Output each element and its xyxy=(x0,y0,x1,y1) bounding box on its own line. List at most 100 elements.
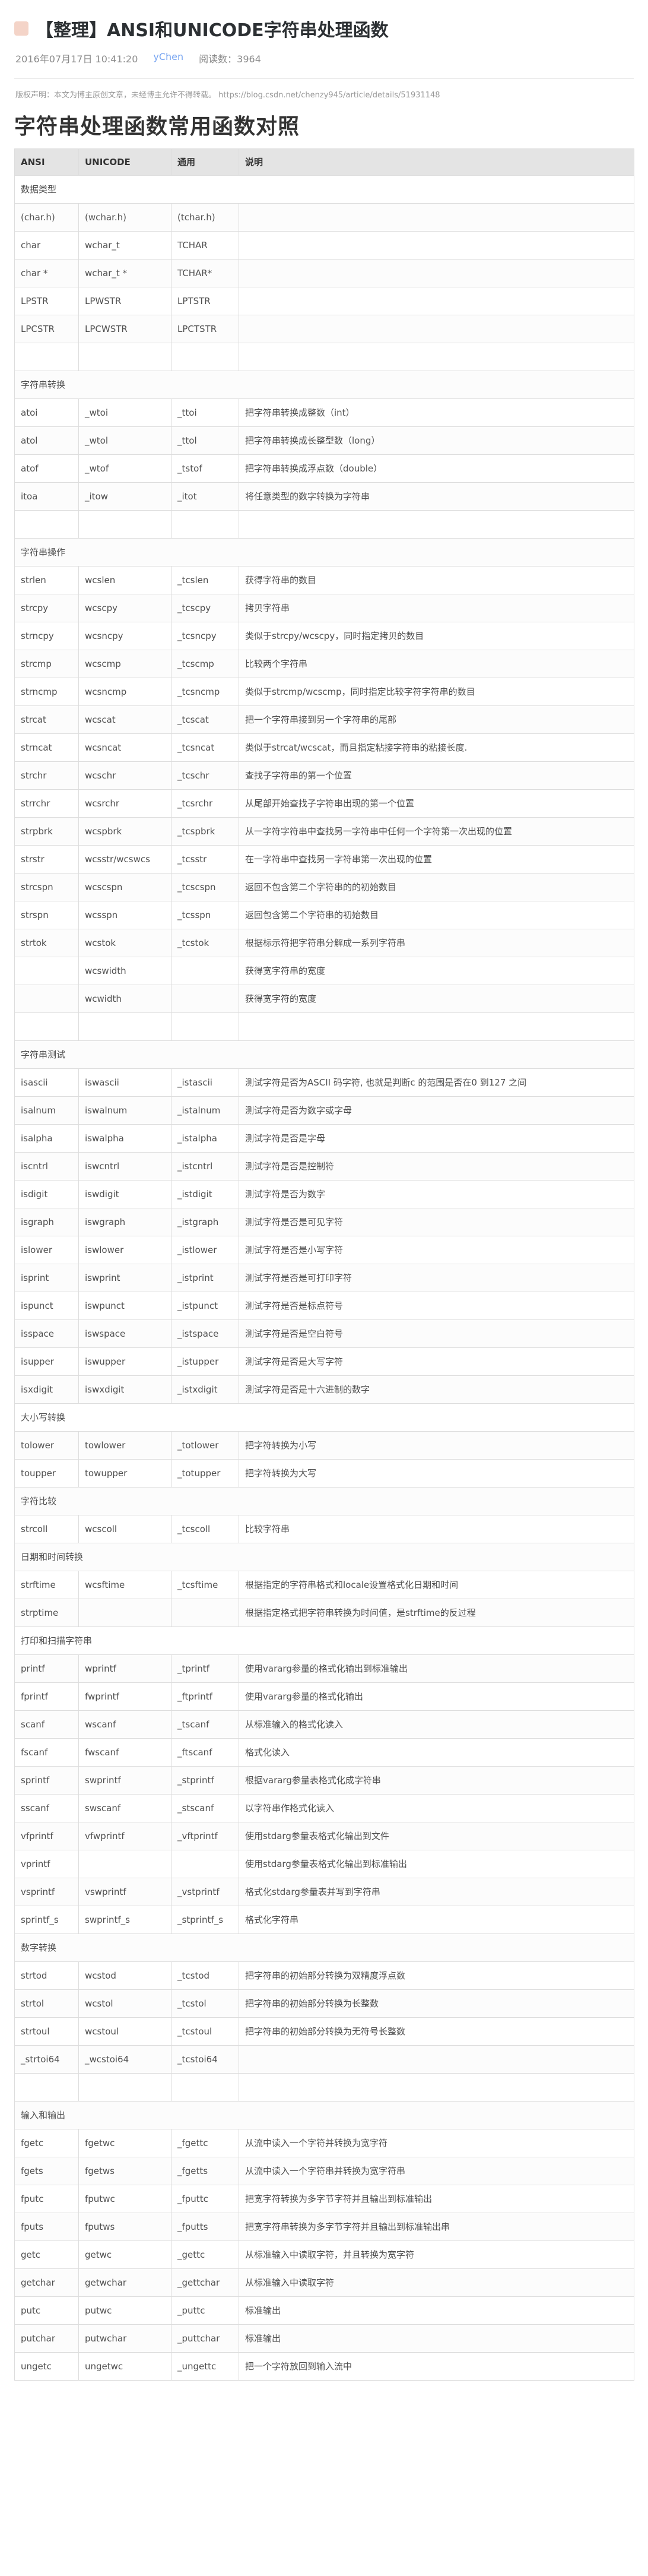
author-link[interactable]: yChen xyxy=(153,51,183,65)
table-row: putc putwc _puttc 标准输出 xyxy=(14,2296,634,2325)
table-row: putchar putwchar _puttchar 标准输出 xyxy=(14,2324,634,2353)
cell-description: 把字符转换为小写 xyxy=(239,1431,634,1460)
section-row: 大小写转换 xyxy=(14,1403,634,1432)
cell-ansi xyxy=(14,1012,79,1041)
cell-unicode: iswgraph xyxy=(78,1208,171,1236)
copyright-url[interactable]: https://blog.csdn.net/chenzy945/article/… xyxy=(218,91,440,100)
cell-description: 把字符串转换成整数（int） xyxy=(239,398,634,427)
cell-generic xyxy=(171,2073,239,2102)
cell-generic: _gettchar xyxy=(171,2268,239,2297)
cell-generic: _tcsncpy xyxy=(171,622,239,650)
cell-generic: _stprintf xyxy=(171,1766,239,1795)
table-row: fgetc fgetwc _fgettc 从流中读入一个字符并转换为宽字符 xyxy=(14,2129,634,2157)
cell-generic: _tcspbrk xyxy=(171,817,239,846)
cell-generic: _istxdigit xyxy=(171,1375,239,1404)
cell-description xyxy=(239,259,634,287)
cell-description: 从流中读入一个字符串并转换为宽字符串 xyxy=(239,2157,634,2185)
table-header-row: ANSI UNICODE 通用 说明 xyxy=(14,148,634,176)
section-label: 字符比较 xyxy=(14,1487,634,1515)
cell-generic: _tcscpy xyxy=(171,594,239,622)
cell-description: 测试字符是否是空白符号 xyxy=(239,1319,634,1348)
table-row: strrchr wcsrchr _tcsrchr 从尾部开始查找子字符串出现的第一个位… xyxy=(14,789,634,818)
cell-description: 测试字符是否为ASCII 码字符, 也就是判断c 的范围是否在0 到127 之间 xyxy=(239,1068,634,1097)
cell-generic: (tchar.h) xyxy=(171,203,239,232)
cell-generic: _fgettc xyxy=(171,2129,239,2157)
table-row: strftime wcsftime _tcsftime 根据指定的字符串格式和loca… xyxy=(14,1571,634,1599)
cell-unicode: wcscspn xyxy=(78,873,171,901)
cell-description: 根据指定格式把字符串转换为时间值，是strftime的反过程 xyxy=(239,1599,634,1627)
read-count: 阅读数：3964 xyxy=(199,53,261,65)
cell-ansi: printf xyxy=(14,1654,79,1683)
cell-ansi: itoa xyxy=(14,482,79,511)
cell-description: 测试字符是否是可见字符 xyxy=(239,1208,634,1236)
cell-unicode: putwc xyxy=(78,2296,171,2325)
table-row: strstr wcsstr/wcswcs _tcsstr 在一字符串中查找另一字符串第… xyxy=(14,845,634,874)
section-label: 字符串测试 xyxy=(14,1040,634,1069)
cell-generic: LPTSTR xyxy=(171,287,239,315)
table-row: getc getwc _gettc 从标准输入中读取字符，并且转换为宽字符 xyxy=(14,2240,634,2269)
cell-ansi: fgets xyxy=(14,2157,79,2185)
table-row: fprintf fwprintf _ftprintf 使用vararg参量的格式化输出 xyxy=(14,1682,634,1711)
table-row: strlen wcslen _tcslen 获得字符串的数目 xyxy=(14,566,634,594)
cell-description: 把宽字符串转换为多字节字符并且输出到标准输出串 xyxy=(239,2213,634,2241)
cell-generic: _istprint xyxy=(171,1264,239,1292)
cell-ansi: strpbrk xyxy=(14,817,79,846)
cell-generic xyxy=(171,343,239,371)
cell-unicode: wcslen xyxy=(78,566,171,594)
cell-ansi: (char.h) xyxy=(14,203,79,232)
cell-unicode: fgetws xyxy=(78,2157,171,2185)
section-label: 日期和时间转换 xyxy=(14,1543,634,1571)
cell-unicode: getwc xyxy=(78,2240,171,2269)
cell-description: 把一个字符串接到另一个字符串的尾部 xyxy=(239,705,634,734)
table-row xyxy=(14,510,634,539)
original-tag-icon xyxy=(14,21,28,36)
cell-ansi: strncpy xyxy=(14,622,79,650)
cell-unicode: iswcntrl xyxy=(78,1152,171,1181)
cell-unicode: vswprintf xyxy=(78,1878,171,1906)
cell-ansi xyxy=(14,957,79,985)
header-description: 说明 xyxy=(239,148,634,176)
cell-ansi: fgetc xyxy=(14,2129,79,2157)
cell-description: 测试字符是否是字母 xyxy=(239,1124,634,1153)
cell-description: 拷贝字符串 xyxy=(239,594,634,622)
cell-unicode: wcstok xyxy=(78,929,171,957)
cell-description: 返回不包含第二个字符串的的初始数目 xyxy=(239,873,634,901)
cell-unicode: iswdigit xyxy=(78,1180,171,1208)
cell-unicode: swscanf xyxy=(78,1794,171,1822)
cell-unicode: putwchar xyxy=(78,2324,171,2353)
cell-unicode: wcstoul xyxy=(78,2017,171,2046)
cell-ansi xyxy=(14,510,79,539)
cell-ansi: fputc xyxy=(14,2185,79,2213)
cell-unicode: iswascii xyxy=(78,1068,171,1097)
table-row xyxy=(14,343,634,371)
table-row: _strtoi64 _wcstoi64 _tcstoi64 xyxy=(14,2045,634,2074)
table-row: sprintf_s swprintf_s _stprintf_s 格式化字符串 xyxy=(14,1906,634,1934)
cell-ansi: fputs xyxy=(14,2213,79,2241)
table-row: toupper towupper _totupper 把字符转换为大写 xyxy=(14,1459,634,1488)
cell-description: 把一个字符放回到输入流中 xyxy=(239,2352,634,2381)
cell-unicode: LPWSTR xyxy=(78,287,171,315)
cell-ansi: isxdigit xyxy=(14,1375,79,1404)
cell-ansi: putchar xyxy=(14,2324,79,2353)
function-comparison-table: ANSI UNICODE 通用 说明 数据类型 (char.h) (wchar.h)… xyxy=(14,148,634,2381)
cell-description: 将任意类型的数字转换为字符串 xyxy=(239,482,634,511)
cell-unicode: wcsspn xyxy=(78,901,171,929)
table-row: wcwidth 获得宽字符的宽度 xyxy=(14,985,634,1013)
cell-description: 测试字符是否是十六进制的数字 xyxy=(239,1375,634,1404)
cell-generic: _totlower xyxy=(171,1431,239,1460)
cell-unicode: wcscmp xyxy=(78,650,171,678)
cell-unicode: fputws xyxy=(78,2213,171,2241)
table-row: ispunct iswpunct _istpunct 测试字符是否是标点符号 xyxy=(14,1292,634,1320)
cell-unicode xyxy=(78,1599,171,1627)
cell-generic: _tcstoi64 xyxy=(171,2045,239,2074)
section-label: 输入和输出 xyxy=(14,2101,634,2129)
cell-unicode: swprintf_s xyxy=(78,1906,171,1934)
cell-generic: _tcstok xyxy=(171,929,239,957)
cell-unicode: iswpunct xyxy=(78,1292,171,1320)
table-row: isupper iswupper _istupper 测试字符是否是大写字符 xyxy=(14,1347,634,1376)
cell-generic: _vftprintf xyxy=(171,1822,239,1850)
cell-ansi: strcat xyxy=(14,705,79,734)
cell-description xyxy=(239,510,634,539)
cell-generic: _istascii xyxy=(171,1068,239,1097)
cell-description: 格式化读入 xyxy=(239,1738,634,1767)
